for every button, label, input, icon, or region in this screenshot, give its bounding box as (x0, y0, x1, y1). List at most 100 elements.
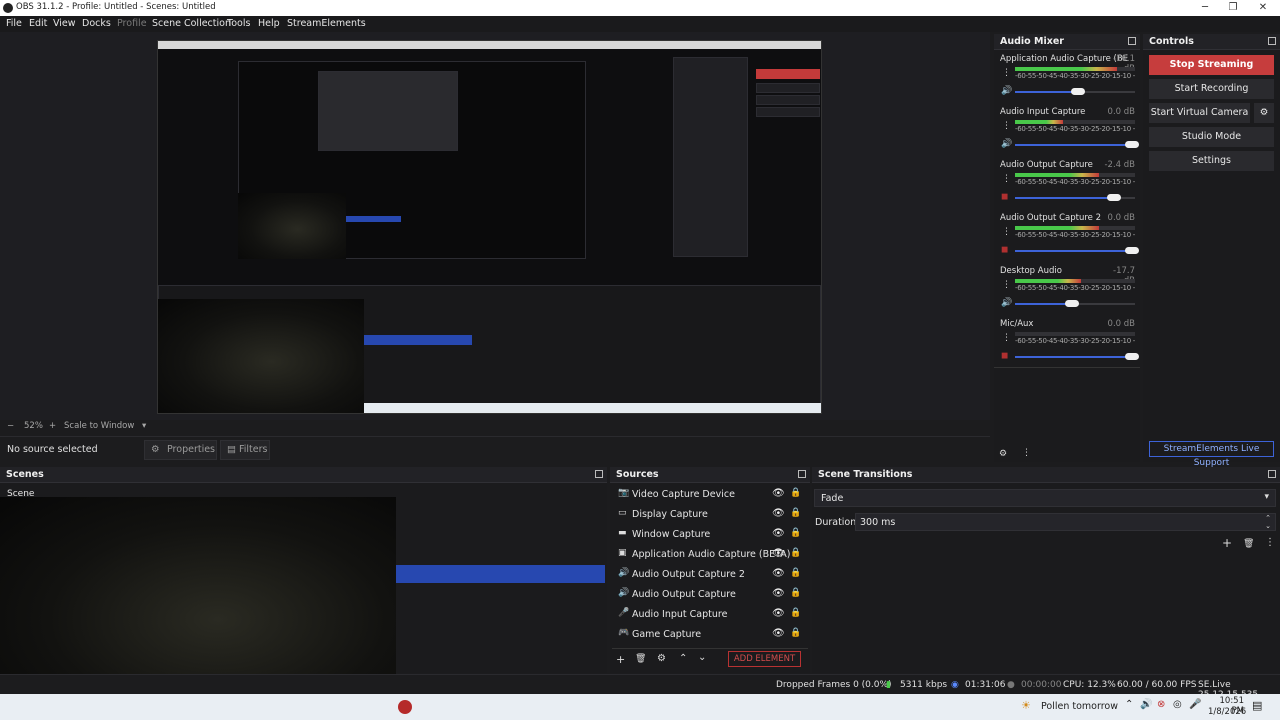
streamelements-support-button[interactable]: StreamElements Live Support (1149, 441, 1274, 468)
transition-select[interactable]: Fade ▾ (814, 489, 1276, 507)
chevron-down-icon[interactable]: ▾ (142, 421, 146, 431)
virtual-camera-settings-button[interactable]: ⚙ (1254, 103, 1274, 123)
eye-icon[interactable]: 👁 (772, 568, 785, 579)
menu-docks[interactable]: Docks (82, 18, 111, 29)
eye-icon[interactable]: 👁 (772, 628, 785, 639)
dock-float-icon[interactable] (798, 470, 806, 478)
move-down-icon[interactable]: ⌄ (698, 652, 706, 663)
minimize-button[interactable]: ─ (1190, 0, 1220, 16)
lock-icon[interactable]: 🔒 (790, 608, 801, 618)
menu-tools[interactable]: Tools (227, 18, 250, 29)
gear-icon[interactable]: ⚙ (657, 653, 666, 664)
speaker-icon[interactable]: 🔊 (1140, 699, 1152, 710)
volume-slider-handle[interactable] (1125, 247, 1139, 254)
lock-icon[interactable]: 🔒 (790, 548, 801, 558)
zoom-out-button[interactable]: − (7, 421, 14, 431)
close-button[interactable]: ✕ (1248, 0, 1278, 16)
sources-header: Sources (610, 467, 810, 483)
stop-streaming-button[interactable]: Stop Streaming (1149, 55, 1274, 75)
lock-icon[interactable]: 🔒 (790, 508, 801, 518)
mic-icon[interactable]: 🎤 (1189, 699, 1201, 710)
volume-slider-handle[interactable] (1125, 141, 1139, 148)
source-item[interactable]: 🎮 Game Capture 👁 🔒 (612, 625, 808, 645)
source-item[interactable]: 📷 Video Capture Device 👁 🔒 (612, 485, 808, 505)
muted-speaker-icon[interactable]: ◼ (1001, 351, 1008, 361)
add-element-button[interactable]: ADD ELEMENT (728, 651, 801, 667)
volume-slider-handle[interactable] (1125, 353, 1139, 360)
menu-view[interactable]: View (53, 18, 76, 29)
menu-file[interactable]: File (6, 18, 22, 29)
source-item[interactable]: ▬ Window Capture 👁 🔒 (612, 525, 808, 545)
mixer-advanced-icon[interactable]: ⚙ (999, 449, 1007, 459)
menu-help[interactable]: Help (258, 18, 280, 29)
start-recording-button[interactable]: Start Recording (1149, 79, 1274, 99)
filters-button[interactable]: ▤ Filters (220, 440, 270, 460)
speaker-icon[interactable]: 🔊 (1001, 298, 1012, 308)
weather-text[interactable]: Pollen tomorrow (1041, 701, 1118, 712)
lock-icon[interactable]: 🔒 (790, 588, 801, 598)
transition-menu-icon[interactable]: ⋮ (1265, 537, 1275, 548)
volume-slider-handle[interactable] (1107, 194, 1121, 201)
settings-button[interactable]: Settings (1149, 151, 1274, 171)
dock-float-icon[interactable] (1128, 37, 1136, 45)
speaker-icon[interactable]: 🔊 (1001, 139, 1012, 149)
muted-speaker-icon[interactable]: ◼ (1001, 245, 1008, 255)
channel-menu-icon[interactable]: ⋮ (1002, 121, 1011, 131)
nested-control (756, 107, 820, 117)
nested-preview-inner (318, 71, 458, 151)
dock-float-icon[interactable] (1268, 37, 1276, 45)
properties-button[interactable]: ⚙ Properties (144, 440, 217, 460)
tray-app-icon[interactable]: ◎ (1173, 699, 1182, 710)
move-up-icon[interactable]: ⌃ (679, 653, 687, 664)
trash-icon[interactable]: 🗑 (635, 654, 646, 664)
volume-slider-handle[interactable] (1065, 300, 1079, 307)
dock-float-icon[interactable] (1268, 470, 1276, 478)
eye-icon[interactable]: 👁 (772, 528, 785, 539)
obs-taskbar-icon[interactable] (398, 700, 412, 714)
zoom-in-button[interactable]: + (49, 421, 56, 431)
preview-canvas[interactable] (157, 40, 822, 414)
menu-scene-collection[interactable]: Scene Collection (152, 18, 231, 29)
trash-icon[interactable]: 🗑 (1243, 539, 1254, 549)
channel-menu-icon[interactable]: ⋮ (1002, 227, 1011, 237)
menu-edit[interactable]: Edit (29, 18, 47, 29)
lock-icon[interactable]: 🔒 (790, 488, 801, 498)
eye-icon[interactable]: 👁 (772, 588, 785, 599)
source-item[interactable]: ▣ Application Audio Capture (BETA) 👁 🔒 (612, 545, 808, 565)
scale-mode[interactable]: Scale to Window (64, 421, 134, 431)
tray-chevron-icon[interactable]: ⌃ (1125, 699, 1133, 710)
mixer-menu-icon[interactable]: ⋮ (1022, 448, 1031, 458)
menu-profile[interactable]: Profile (117, 18, 147, 29)
duration-spinbox[interactable]: 300 ms ⌃ ⌄ (855, 513, 1276, 531)
eye-icon[interactable]: 👁 (772, 608, 785, 619)
menu-streamelements[interactable]: StreamElements (287, 18, 366, 29)
studio-mode-button[interactable]: Studio Mode (1149, 127, 1274, 147)
lock-icon[interactable]: 🔒 (790, 568, 801, 578)
eye-icon[interactable]: 👁 (772, 488, 785, 499)
add-source-button[interactable]: + (616, 653, 625, 666)
speaker-icon[interactable]: 🔊 (1001, 86, 1012, 96)
volume-slider-handle[interactable] (1071, 88, 1085, 95)
lock-icon[interactable]: 🔒 (790, 628, 801, 638)
source-item[interactable]: ▭ Display Capture 👁 🔒 (612, 505, 808, 525)
source-item[interactable]: 🎤 Audio Input Capture 👁 🔒 (612, 605, 808, 625)
lock-icon[interactable]: 🔒 (790, 528, 801, 538)
channel-menu-icon[interactable]: ⋮ (1002, 174, 1011, 184)
dock-float-icon[interactable] (595, 470, 603, 478)
source-item[interactable]: 🔊 Audio Output Capture 👁 🔒 (612, 585, 808, 605)
eye-icon[interactable]: 👁 (772, 508, 785, 519)
clock-date[interactable]: 1/8/2026 (1208, 707, 1246, 717)
channel-menu-icon[interactable]: ⋮ (1002, 333, 1011, 343)
eye-icon[interactable]: 👁 (772, 548, 785, 559)
add-transition-button[interactable]: + (1222, 536, 1232, 550)
maximize-button[interactable]: ❐ (1218, 0, 1248, 16)
muted-speaker-icon[interactable]: ◼ (1001, 192, 1008, 202)
tray-app-icon[interactable]: ⊗ (1157, 699, 1165, 710)
channel-menu-icon[interactable]: ⋮ (1002, 280, 1011, 290)
channel-menu-icon[interactable]: ⋮ (1002, 68, 1011, 78)
notification-icon[interactable]: ▤ (1252, 699, 1262, 712)
source-item[interactable]: 🔊 Audio Output Capture 2 👁 🔒 (612, 565, 808, 585)
volume-slider-fill (1015, 356, 1135, 358)
start-virtual-camera-button[interactable]: Start Virtual Camera (1149, 103, 1250, 123)
stepper-arrows-icon[interactable]: ⌃ ⌄ (1265, 514, 1271, 530)
